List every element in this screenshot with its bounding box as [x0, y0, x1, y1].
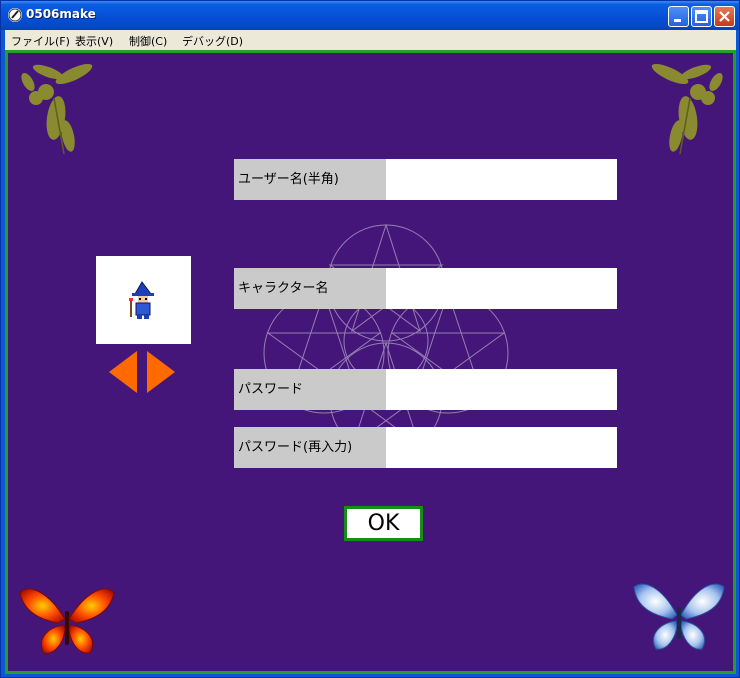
maximize-button[interactable] — [691, 6, 712, 27]
right-arrow-icon — [147, 351, 175, 393]
menu-bar: ファイル(F) 表示(V) 制御(C) デバッグ(D) — [5, 30, 736, 50]
ok-button[interactable]: OK — [344, 506, 423, 541]
next-character-button[interactable] — [147, 351, 175, 393]
menu-file[interactable]: ファイル(F) — [11, 33, 70, 49]
character-name-label: キャラクター名 — [234, 268, 386, 309]
menu-debug[interactable]: デバッグ(D) — [182, 33, 243, 49]
pentagram-pattern — [263, 223, 509, 456]
minimize-button[interactable] — [668, 6, 689, 27]
window-title: 0506make — [26, 7, 96, 21]
red-butterfly-image — [19, 588, 115, 654]
password-confirm-label: パスワード(再入力) — [234, 427, 386, 468]
maximize-icon — [695, 10, 708, 23]
menu-view[interactable]: 表示(V) — [75, 33, 113, 49]
left-arrow-icon — [109, 351, 137, 393]
title-bar[interactable]: 0506make — [1, 1, 739, 30]
wizard-sprite-icon — [129, 281, 154, 319]
minimize-icon — [674, 19, 681, 22]
username-row: ユーザー名(半角) — [234, 159, 617, 200]
menu-control[interactable]: 制御(C) — [129, 33, 167, 49]
close-icon — [719, 11, 730, 22]
password-row: パスワード — [234, 369, 617, 410]
character-name-input[interactable] — [386, 268, 617, 309]
password-input[interactable] — [386, 369, 617, 410]
app-window: 0506make ファイル(F) 表示(V) 制御(C) デバッグ(D) ユーザ… — [0, 0, 740, 678]
blue-butterfly-image — [633, 583, 725, 650]
username-input[interactable] — [386, 159, 617, 200]
password-confirm-row: パスワード(再入力) — [234, 427, 617, 468]
username-label: ユーザー名(半角) — [234, 159, 386, 200]
leaf-ornament-top-right — [651, 63, 723, 155]
character-preview — [96, 256, 191, 344]
leaf-ornament-top-left — [21, 63, 93, 155]
password-confirm-input[interactable] — [386, 427, 617, 468]
login-panel: ユーザー名(半角) キャラクター名 パスワード パスワード(再入力) OK — [8, 53, 733, 671]
previous-character-button[interactable] — [109, 351, 137, 393]
character-name-row: キャラクター名 — [234, 268, 617, 309]
app-icon — [8, 8, 22, 22]
password-label: パスワード — [234, 369, 386, 410]
client-area: ユーザー名(半角) キャラクター名 パスワード パスワード(再入力) OK — [5, 50, 736, 674]
close-button[interactable] — [714, 6, 735, 27]
